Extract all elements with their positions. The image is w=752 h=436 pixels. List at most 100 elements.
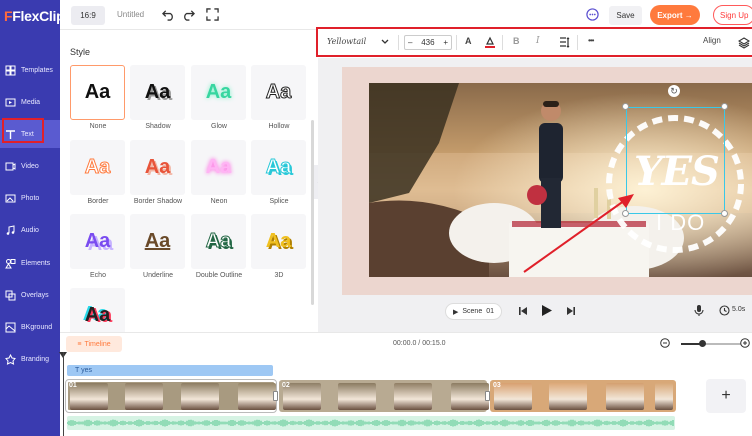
aspect-ratio-button[interactable]: 16:9 [71, 6, 105, 25]
layers-icon[interactable] [738, 37, 750, 49]
rotate-handle-icon[interactable]: ↻ [668, 85, 680, 97]
sign-up-button[interactable]: Sign Up [713, 5, 752, 25]
text-style-underline[interactable]: Aa [130, 214, 185, 269]
style-preview: Aa [265, 81, 292, 104]
style-label: Splice [269, 198, 289, 205]
chevron-down-icon[interactable] [381, 39, 389, 45]
player-controls [318, 296, 752, 332]
text-style-shadow[interactable]: Aa [130, 65, 185, 120]
timeline-tab[interactable]: ≡ Timeline [66, 336, 122, 352]
chat-icon[interactable] [586, 8, 599, 21]
line-spacing-icon[interactable] [559, 37, 570, 48]
decrease-size-button[interactable]: – [408, 38, 412, 47]
nav-item-elements[interactable]: Elements [0, 249, 60, 277]
scene-label: Scene [462, 308, 483, 315]
export-button[interactable]: Export → [650, 5, 700, 25]
resize-handle-tr[interactable] [721, 103, 728, 110]
text-style-splice[interactable]: Aa [251, 140, 306, 195]
nav-item-video[interactable]: Video [0, 152, 60, 180]
style-preview: Aa [84, 304, 111, 326]
clip-number: 01 [69, 382, 77, 389]
audio-track[interactable] [67, 416, 675, 430]
timeline-time: 00:00.0 / 00:15.0 [393, 340, 446, 347]
font-size-value[interactable]: 436 [421, 38, 434, 47]
nav-item-label: Audio [21, 226, 39, 234]
selection-box[interactable] [626, 107, 725, 214]
nav-item-label: Overlays [21, 291, 49, 299]
nav-item-audio[interactable]: Audio [0, 216, 60, 244]
scene-duration[interactable]: 5.0s [732, 306, 745, 313]
text-style-double-outline[interactable]: Aa [191, 214, 246, 269]
clip-thumbnail [394, 383, 432, 410]
text-style-3d[interactable]: Aa [251, 214, 306, 269]
flexclip-logo[interactable]: FFlexClip [4, 8, 65, 24]
undo-icon[interactable] [162, 8, 175, 21]
nav-item-label: Video [21, 162, 39, 170]
text-style-hollow[interactable]: Aa [251, 65, 306, 120]
more-options-icon[interactable]: ••• [588, 36, 594, 45]
text-color-icon[interactable]: A [465, 36, 472, 46]
resize-handle-br[interactable] [721, 210, 728, 217]
scene-selector[interactable]: ▶ Scene 01 [445, 303, 502, 320]
next-icon[interactable] [566, 306, 576, 316]
nav-item-label: Elements [21, 259, 51, 267]
text-style-none[interactable]: Aa [70, 65, 125, 120]
text-style-glow[interactable]: Aa [191, 65, 246, 120]
nav-item-bkground[interactable]: BKground [0, 313, 60, 341]
timeline-tab-label: Timeline [84, 340, 111, 348]
project-title[interactable]: Untitled [117, 10, 144, 19]
zoom-in-icon[interactable] [740, 338, 750, 348]
increase-size-button[interactable]: + [443, 38, 448, 47]
timeline-header: ≡ Timeline 00:00.0 / 00:15.0 [60, 332, 752, 352]
fullscreen-icon[interactable] [206, 8, 219, 21]
text-style-border-shadow[interactable]: Aa [130, 140, 185, 195]
nav-item-branding[interactable]: Branding [0, 345, 60, 373]
play-small-icon: ▶ [452, 308, 459, 316]
style-preview: Aa [84, 230, 111, 252]
transition-handle[interactable] [485, 391, 490, 401]
text-track[interactable]: T yes [67, 365, 273, 376]
bold-icon[interactable]: B [513, 36, 520, 46]
align-button[interactable]: Align [703, 36, 721, 45]
nav-item-overlays[interactable]: Overlays [0, 281, 60, 309]
nav-item-media[interactable]: Media [0, 88, 60, 116]
nav-item-label: Templates [21, 66, 53, 74]
play-icon[interactable] [541, 304, 553, 317]
video-icon [5, 162, 16, 170]
style-preview: Aa [205, 230, 232, 253]
top-bar: 16:9 Untitled Save Export → Sign Up [60, 0, 752, 30]
audio-waveform [67, 419, 674, 427]
text-style-echo[interactable]: Aa [70, 214, 125, 269]
zoom-out-icon[interactable] [660, 338, 670, 348]
style-preview: Aa [265, 156, 292, 179]
previous-icon[interactable] [518, 306, 528, 316]
panel-scrollbar[interactable] [311, 120, 314, 305]
nav-item-photo[interactable]: Photo [0, 184, 60, 212]
nav-item-templates[interactable]: Templates [0, 56, 60, 84]
font-size-stepper[interactable]: – 436 + [404, 35, 452, 50]
highlight-color-icon[interactable] [484, 36, 496, 49]
media-icon [5, 98, 16, 106]
redo-icon[interactable] [182, 8, 195, 21]
text-style-neon[interactable]: Aa [191, 140, 246, 195]
style-preview: Aa [144, 156, 171, 178]
microphone-icon[interactable] [694, 304, 704, 317]
style-preview: Aa [84, 81, 111, 103]
transition-handle[interactable] [273, 391, 278, 401]
style-label: Border Shadow [133, 198, 183, 205]
zoom-slider-knob[interactable] [699, 340, 706, 347]
style-preview: Aa [205, 81, 232, 103]
save-button[interactable]: Save [609, 6, 642, 25]
font-family-select[interactable]: Yellowtail [327, 37, 366, 46]
add-scene-button[interactable]: + [706, 379, 746, 413]
nav-item-label: Branding [21, 355, 50, 363]
text-style-border[interactable]: Aa [70, 140, 125, 195]
photo-icon [5, 194, 16, 202]
resize-handle-tl[interactable] [622, 103, 629, 110]
style-preview: Aa [144, 81, 171, 103]
style-preview: Aa [265, 230, 292, 252]
timeline-icon: ≡ [77, 340, 82, 348]
clip-thumbnail [125, 383, 163, 410]
playhead[interactable] [63, 352, 64, 436]
italic-icon[interactable]: I [536, 36, 540, 46]
